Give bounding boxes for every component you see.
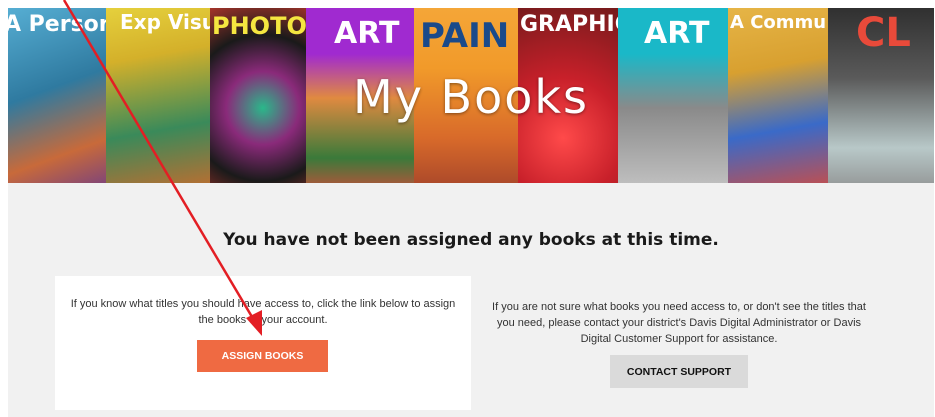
book-cover-title: PHOTOG bbox=[212, 12, 307, 40]
book-cover-title: A Person bbox=[8, 12, 108, 37]
hero-banner: A Person Exp Visual PHOTOG ART PAIN GRAP… bbox=[8, 8, 934, 183]
book-cover-title: ART bbox=[334, 16, 400, 51]
contact-support-button[interactable]: CONTACT SUPPORT bbox=[610, 355, 748, 388]
assign-books-button[interactable]: ASSIGN BOOKS bbox=[197, 340, 328, 372]
book-cover-title: GRAPHIC bbox=[520, 12, 620, 37]
main-content: You have not been assigned any books at … bbox=[8, 183, 934, 417]
support-instructions: If you are not sure what books you need … bbox=[492, 301, 866, 345]
book-cover-title: A Commu bbox=[730, 12, 827, 33]
assign-instructions: If you know what titles you should have … bbox=[70, 298, 456, 326]
no-books-message: You have not been assigned any books at … bbox=[223, 230, 719, 250]
book-cover-title: PAIN bbox=[420, 16, 510, 56]
book-cover-title: ART bbox=[644, 16, 710, 51]
book-cover-title: Exp Visual bbox=[120, 10, 210, 34]
page-title: My Books bbox=[353, 70, 589, 124]
book-cover-title: CL bbox=[856, 10, 911, 56]
assign-books-card: If you know what titles you should have … bbox=[55, 276, 471, 410]
